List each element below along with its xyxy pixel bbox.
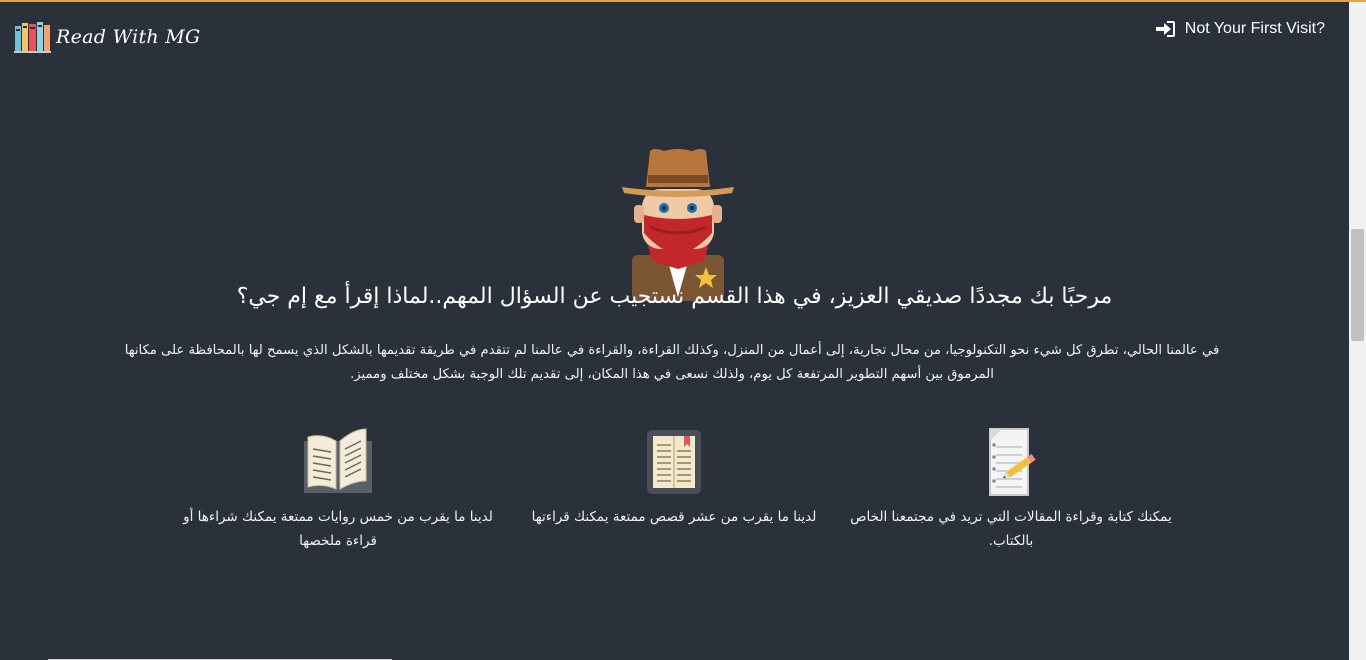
feature-articles-text: يمكنك كتابة وقراءة المقالات التي تريد في… [850,509,1172,549]
ebook-reader-icon [647,430,701,494]
bandit-cowboy-avatar [622,149,734,301]
returning-visitor-label: Not Your First Visit? [1184,20,1325,37]
hero-title: مرحبًا بك مجددًا صديقي العزيز، في هذا ال… [236,284,1113,309]
writing-paper-icon [989,428,1036,496]
sign-in-icon [1155,21,1175,37]
page-container: Read With MG Not Your First Visit? مرحبً… [0,2,1349,660]
books-logo-icon [14,22,51,53]
feature-novels: لدينا ما يقرب من خمس روايات ممتعة يمكنك … [173,427,503,553]
vertical-scrollbar-thumb[interactable] [1351,229,1364,341]
feature-stories: لدينا ما يقرب من عشر قصص ممتعة يمكنك قرا… [509,427,839,529]
hero-paragraph: في عالمنا الحالي، تطرق كل شيء نحو التكنو… [124,343,1220,382]
feature-stories-text: لدينا ما يقرب من عشر قصص ممتعة يمكنك قرا… [531,509,817,525]
brand-logo-link[interactable]: Read With MG [14,20,201,54]
returning-visitor-link[interactable]: Not Your First Visit? [1155,20,1325,38]
feature-novels-text: لدينا ما يقرب من خمس روايات ممتعة يمكنك … [183,509,493,549]
brand-name: Read With MG [56,26,201,48]
feature-articles: يمكنك كتابة وقراءة المقالات التي تريد في… [846,427,1176,553]
open-book-icon [304,428,372,493]
